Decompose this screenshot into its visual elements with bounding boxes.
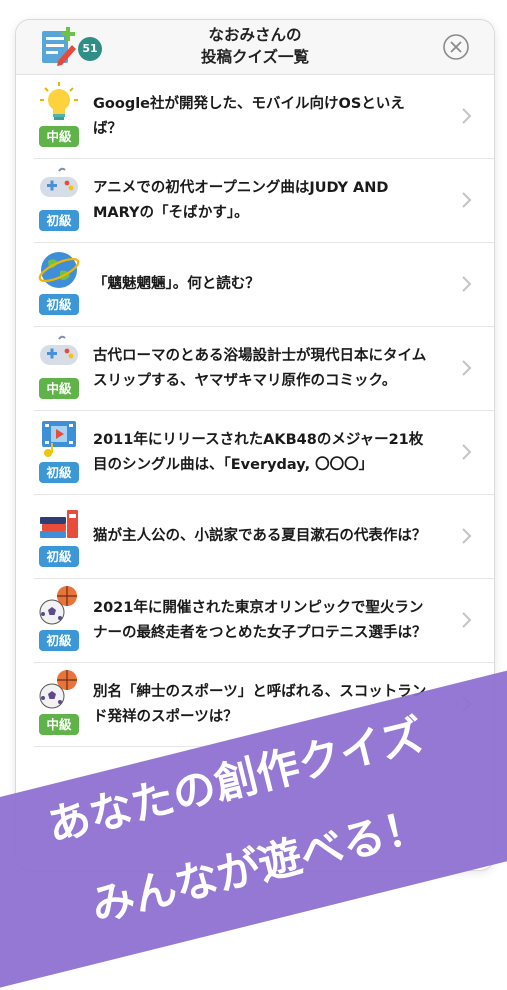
quiz-row[interactable]: 初級 アニメでの初代オープニング曲はJUDY AND MARYの「そばかす」。 (34, 159, 494, 243)
level-badge: 中級 (39, 378, 79, 399)
quiz-row[interactable]: 初級 「魑魅魍魎」。何と読む？ (34, 243, 494, 327)
quiz-row[interactable]: 中級 Google社が開発した、モバイル向けOSといえば？ (34, 75, 494, 159)
globe-icon (38, 252, 80, 288)
gamepad-icon (40, 335, 78, 365)
sports-balls-icon (39, 586, 77, 625)
level-badge: 中級 (39, 126, 79, 147)
lightbulb-icon (40, 82, 78, 120)
gamepad-icon (40, 167, 78, 197)
chevron-right-icon (462, 612, 472, 628)
page-title: なおみさんの 投稿クイズ一覧 (136, 24, 374, 68)
close-icon[interactable] (442, 33, 470, 61)
books-icon (40, 510, 78, 538)
quiz-row[interactable]: 初級 2021年に開催された東京オリンピックで聖火ランナーの最終走者をつとめた女… (34, 579, 494, 663)
title-line-1: なおみさんの (208, 26, 302, 44)
level-badge: 初級 (39, 546, 79, 567)
level-badge: 初級 (39, 294, 79, 315)
panel-header: 51 なおみさんの 投稿クイズ一覧 (16, 20, 494, 75)
level-badge: 初級 (39, 210, 79, 231)
chevron-right-icon (462, 528, 472, 544)
sports-balls-icon (39, 670, 77, 709)
level-badge: 初級 (39, 462, 79, 483)
quiz-list: 中級 Google社が開発した、モバイル向けOSといえば？ 初級 アニメでの初代… (16, 75, 494, 747)
quiz-row[interactable]: 中級 古代ローマのとある浴場設計士が現代日本にタイムスリップする、ヤマザキマリ原… (34, 327, 494, 411)
level-badge: 中級 (39, 714, 79, 735)
title-line-2: 投稿クイズ一覧 (200, 48, 310, 66)
quiz-question: 「魑魅魍魎」。何と読む？ (93, 276, 260, 292)
chevron-right-icon (462, 444, 472, 460)
quiz-question: Google社が開発した、モバイル向けOSといえば？ (93, 95, 405, 137)
quiz-question: 2021年に開催された東京オリンピックで聖火ランナーの最終走者をつとめた女子プロ… (93, 599, 427, 641)
chevron-right-icon (462, 276, 472, 292)
quiz-count-badge: 51 (78, 37, 102, 61)
quiz-question: 猫が主人公の、小説家である夏目漱石の代表作は？ (93, 528, 427, 544)
level-badge: 初級 (39, 630, 79, 651)
chevron-right-icon (462, 108, 472, 124)
quiz-row[interactable]: 初級 2011年にリリースされたAKB48のメジャー21枚目のシングル曲は、「E… (34, 411, 494, 495)
film-music-icon (42, 421, 76, 457)
quiz-row[interactable]: 初級 猫が主人公の、小説家である夏目漱石の代表作は？ (34, 495, 494, 579)
quiz-question: 2011年にリリースされたAKB48のメジャー21枚目のシングル曲は、「Ever… (93, 431, 424, 473)
quiz-question: 古代ローマのとある浴場設計士が現代日本にタイムスリップする、ヤマザキマリ原作のコ… (93, 347, 427, 389)
quiz-question: アニメでの初代オープニング曲はJUDY AND MARYの「そばかす」。 (93, 179, 389, 221)
chevron-right-icon (462, 192, 472, 208)
chevron-right-icon (462, 360, 472, 376)
notepad-pencil-icon (42, 27, 76, 66)
